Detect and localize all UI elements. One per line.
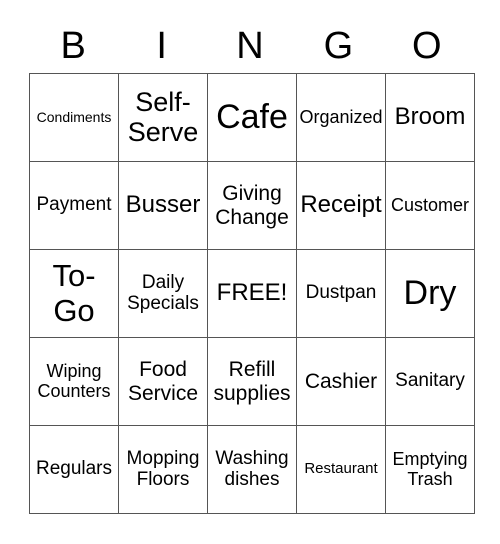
bingo-cell[interactable]: Restaurant <box>296 425 386 514</box>
bingo-cell[interactable]: Sanitary <box>385 337 475 426</box>
bingo-cell[interactable]: Emptying Trash <box>385 425 475 514</box>
bingo-cell[interactable]: Refill supplies <box>207 337 297 426</box>
bingo-cell[interactable]: Busser <box>118 161 208 250</box>
header-letter-n: N <box>236 25 264 67</box>
bingo-cell[interactable]: Dustpan <box>296 249 386 338</box>
header-letter-b: B <box>60 25 86 67</box>
bingo-cell[interactable]: Broom <box>385 73 475 162</box>
bingo-cell[interactable]: Cafe <box>207 73 297 162</box>
header-letter-i: I <box>156 25 167 67</box>
board-row: Payment Busser Giving Change Receipt Cust… <box>29 161 475 250</box>
bingo-cell[interactable]: Daily Specials <box>118 249 208 338</box>
bingo-cell[interactable]: Cashier <box>296 337 386 426</box>
bingo-header: B I N G O <box>29 20 471 72</box>
bingo-cell[interactable]: Giving Change <box>207 161 297 250</box>
bingo-cell[interactable]: Receipt <box>296 161 386 250</box>
bingo-cell[interactable]: Self- Serve <box>118 73 208 162</box>
board-row: Regulars Mopping Floors Washing dishes Res… <box>29 425 475 514</box>
free-space-cell[interactable]: FREE! <box>207 249 297 338</box>
bingo-cell[interactable]: Mopping Floors <box>118 425 208 514</box>
header-letter-g: G <box>323 25 354 67</box>
bingo-cell[interactable]: Dry <box>385 249 475 338</box>
bingo-cell[interactable]: Regulars <box>29 425 119 514</box>
board-row: To- Go Daily Specials FREE! Dustpan Dry <box>29 249 475 338</box>
bingo-cell[interactable]: Payment <box>29 161 119 250</box>
bingo-cell[interactable]: Washing dishes <box>207 425 297 514</box>
header-letter-o: O <box>412 25 442 67</box>
bingo-cell[interactable]: Condiments <box>29 73 119 162</box>
board-row: Condiments Self- Serve Cafe Organized Bro… <box>29 73 475 162</box>
bingo-board: Condiments Self- Serve Cafe Organized Bro… <box>29 73 475 514</box>
board-row: Wiping Counters Food Service Refill supplie… <box>29 337 475 426</box>
bingo-cell[interactable]: Food Service <box>118 337 208 426</box>
bingo-cell[interactable]: To- Go <box>29 249 119 338</box>
bingo-cell[interactable]: Wiping Counters <box>29 337 119 426</box>
bingo-cell[interactable]: Customer <box>385 161 475 250</box>
bingo-cell[interactable]: Organized <box>296 73 386 162</box>
